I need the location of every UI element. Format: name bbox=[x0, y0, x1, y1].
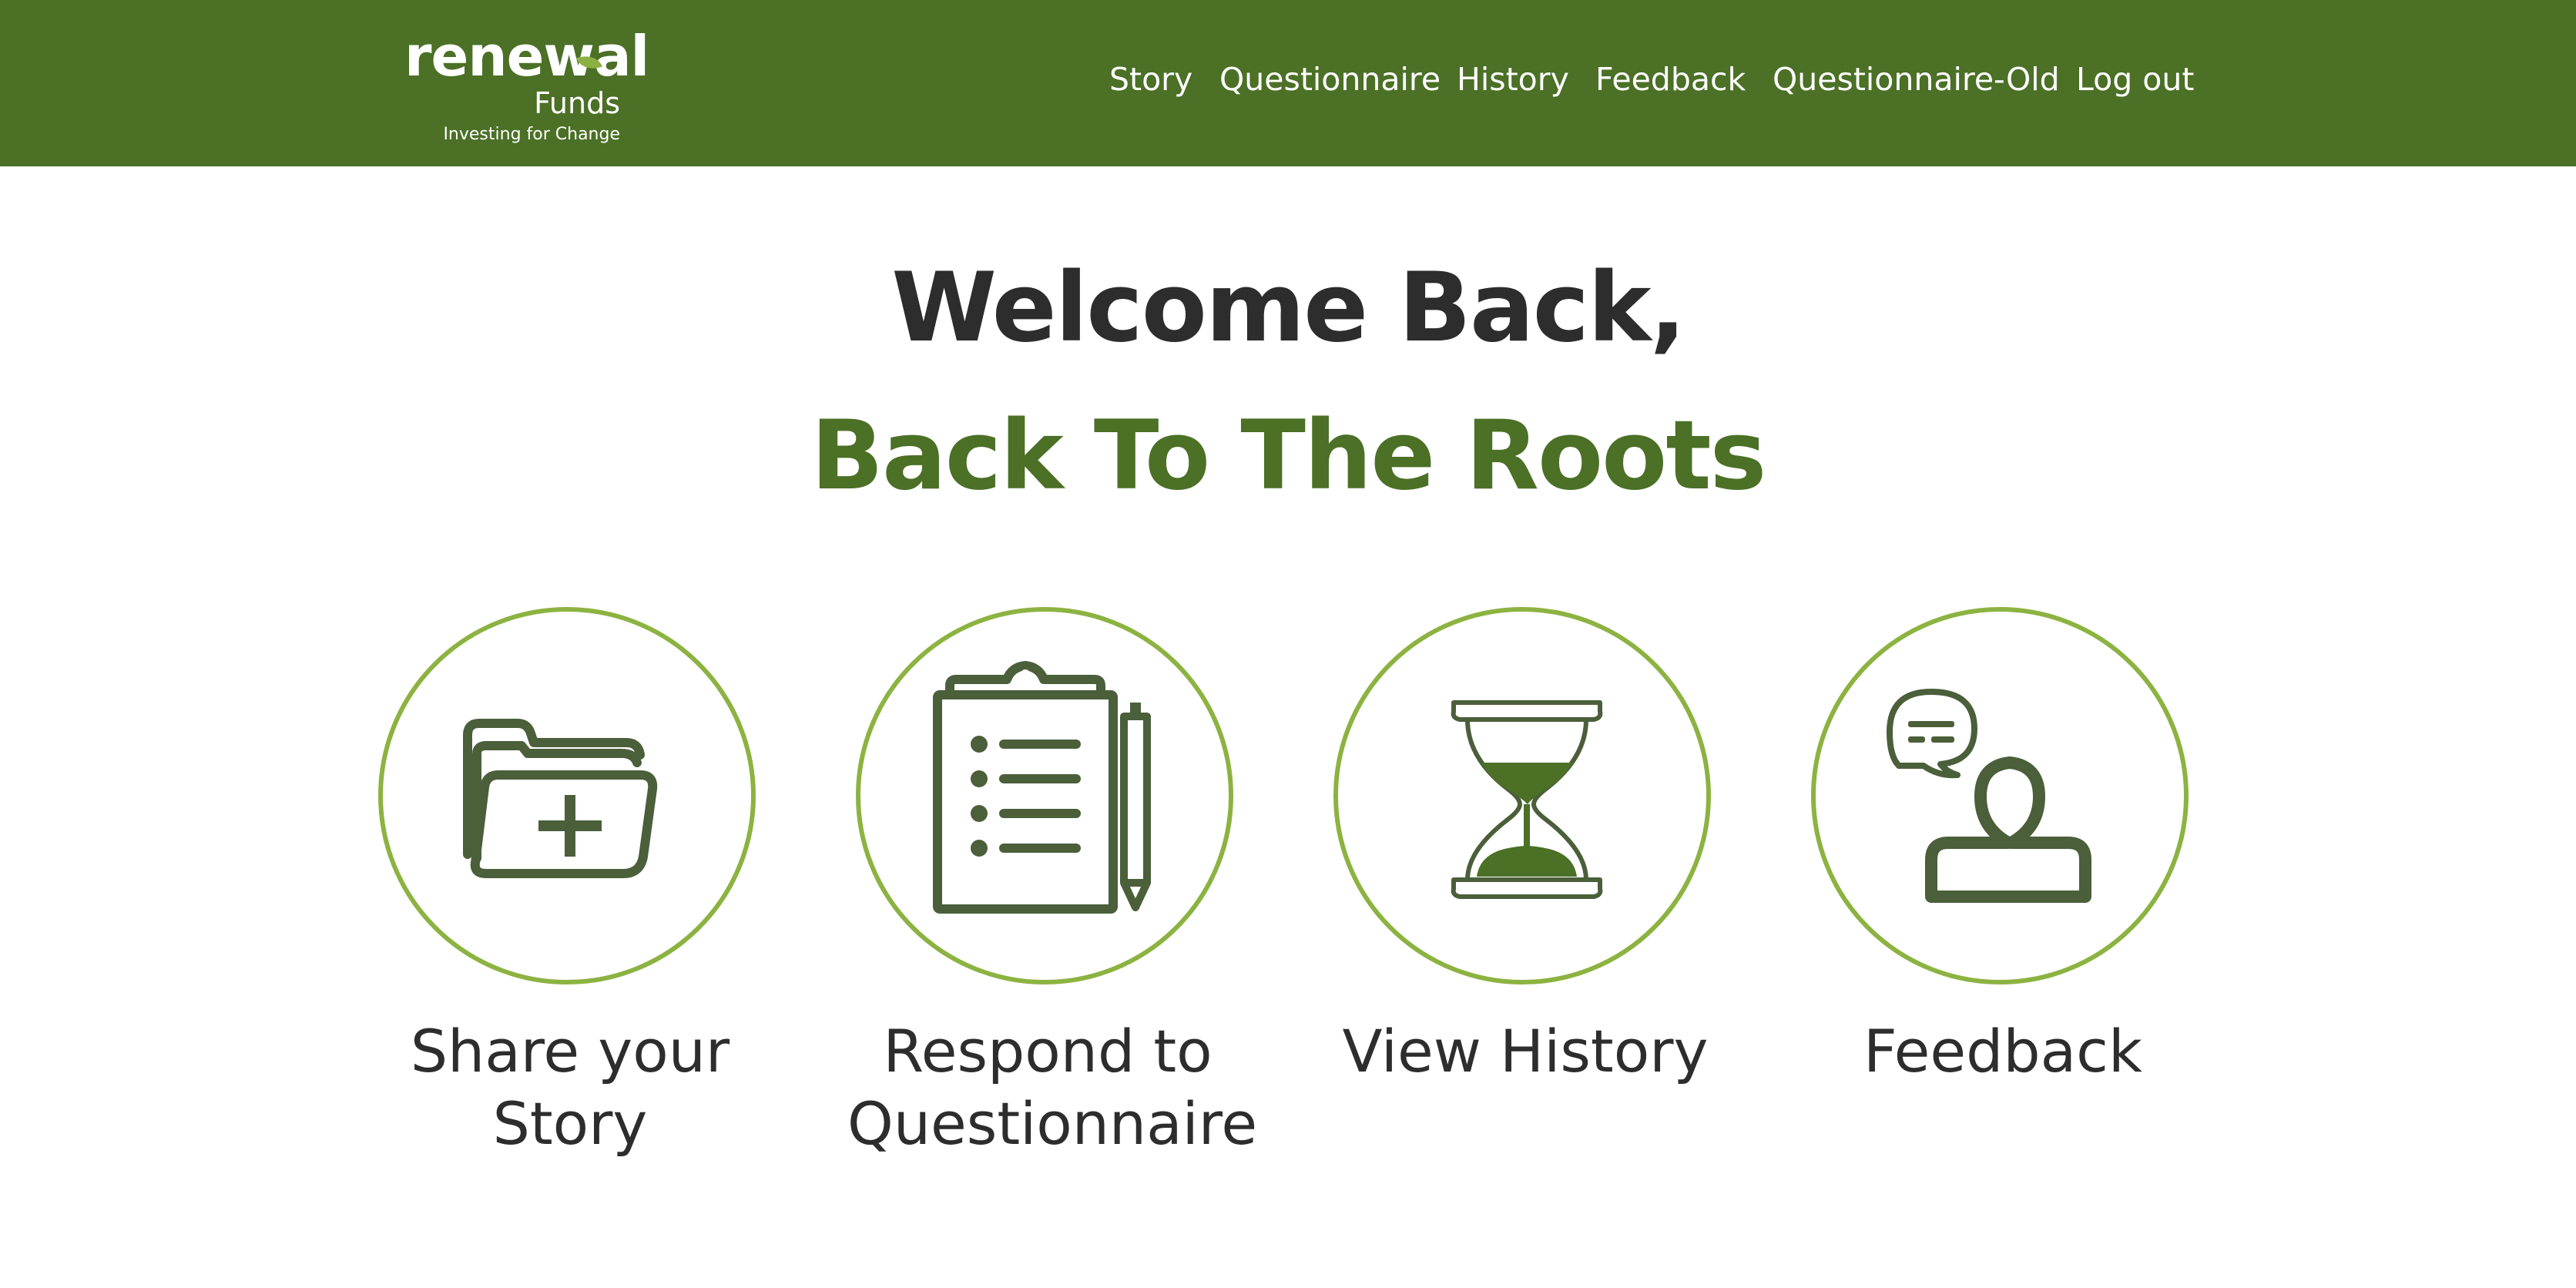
nav-log-out[interactable]: Log out bbox=[2076, 52, 2194, 106]
share-story-card[interactable]: Share your Story bbox=[370, 607, 770, 1177]
questionnaire-card[interactable]: Respond to Questionnaire bbox=[847, 607, 1258, 1177]
nav-questionnaire[interactable]: Questionnaire bbox=[1219, 52, 1441, 106]
feedback-icon-circle[interactable] bbox=[1811, 607, 2189, 984]
logo-wordmark: renewal bbox=[404, 24, 649, 89]
clipboard-checklist-icon bbox=[933, 661, 1151, 914]
history-label: View History bbox=[1342, 1017, 1709, 1085]
organization-name: Back To The Roots bbox=[810, 401, 1767, 512]
hourglass-icon bbox=[1451, 700, 1603, 899]
nav-history[interactable]: History bbox=[1457, 52, 1569, 106]
share-story-icon-circle[interactable] bbox=[378, 607, 756, 984]
logo-subtitle: Funds bbox=[534, 86, 620, 120]
nav-feedback[interactable]: Feedback bbox=[1595, 52, 1746, 106]
share-story-label: Share your Story bbox=[410, 1017, 730, 1158]
questionnaire-label: Respond to Questionnaire bbox=[847, 1017, 1258, 1158]
folder-plus-icon bbox=[463, 719, 658, 878]
nav-questionnaire-old[interactable]: Questionnaire-Old bbox=[1773, 52, 2060, 106]
questionnaire-icon-circle[interactable] bbox=[856, 607, 1233, 984]
history-card[interactable]: View History bbox=[1325, 607, 1726, 1177]
nav-story[interactable]: Story bbox=[1109, 52, 1192, 106]
user-speech-bubble-icon bbox=[1887, 689, 2091, 903]
welcome-heading: Welcome Back, bbox=[891, 253, 1685, 364]
logo-tagline: Investing for Change bbox=[443, 125, 620, 144]
feedback-card[interactable]: Feedback bbox=[1803, 607, 2203, 1177]
renewal-funds-logo[interactable]: renewal Funds Investing for Change bbox=[404, 22, 649, 144]
feedback-label: Feedback bbox=[1863, 1017, 2142, 1085]
top-navbar: renewal Funds Investing for Change Story… bbox=[0, 0, 2576, 166]
history-icon-circle[interactable] bbox=[1333, 607, 1711, 984]
